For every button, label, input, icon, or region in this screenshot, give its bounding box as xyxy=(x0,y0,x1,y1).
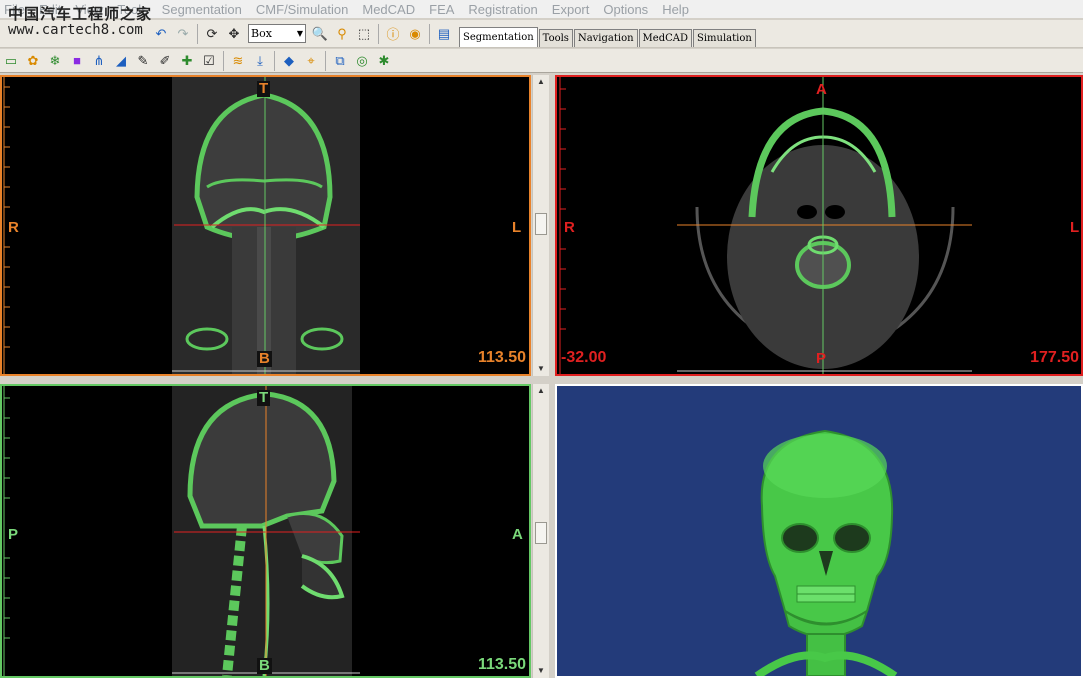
sagittal-view[interactable]: T B P A 113.50 xyxy=(0,384,531,678)
views-splitter[interactable] xyxy=(0,376,1083,384)
toolbar-tabs: Segmentation Tools Navigation MedCAD Sim… xyxy=(459,21,757,47)
zoom-icon[interactable]: 🔍 xyxy=(310,24,330,44)
menu-help[interactable]: Help xyxy=(662,2,689,17)
coronal-label-left: R xyxy=(8,219,19,236)
menu-options[interactable]: Options xyxy=(603,2,648,17)
toolbar-separator xyxy=(325,50,326,71)
toolbar-separator xyxy=(274,50,275,71)
scroll-thumb[interactable] xyxy=(535,522,547,544)
axial-label-top: A xyxy=(816,81,827,98)
axial-slice-position: 177.50 xyxy=(1030,349,1079,366)
toolbar-separator xyxy=(223,50,224,71)
axial-view[interactable]: A P R L -32.00 177.50 xyxy=(555,75,1083,376)
draw-icon[interactable]: ✎ xyxy=(133,51,153,71)
3d-skull-model xyxy=(557,386,1081,676)
region-growing-icon[interactable]: ✿ xyxy=(23,51,43,71)
menu-medcad[interactable]: MedCAD xyxy=(362,2,415,17)
thresholding-icon[interactable]: ▭ xyxy=(1,51,21,71)
toolbar-separator xyxy=(197,23,198,44)
watermark-url: www.cartech8.com xyxy=(8,22,143,38)
coronal-label-right: L xyxy=(512,219,522,236)
coronal-label-top: T xyxy=(257,80,271,97)
sagittal-image xyxy=(2,386,529,676)
boolean-icon[interactable]: ☑ xyxy=(199,51,219,71)
morphology-icon[interactable]: ✚ xyxy=(177,51,197,71)
tag-icon[interactable]: ⌖ xyxy=(301,51,321,71)
selection-mode-select[interactable]: Box ▼ xyxy=(248,24,306,43)
selection-mode-value: Box xyxy=(251,27,272,40)
dynamic-region-icon[interactable]: ❄ xyxy=(45,51,65,71)
fill-icon[interactable]: ◢ xyxy=(111,51,131,71)
tab-medcad[interactable]: MedCAD xyxy=(638,28,692,47)
sagittal-slice-position: 113.50 xyxy=(477,656,526,673)
coronal-slice-position: 113.50 xyxy=(477,349,526,366)
watermark: 中国汽车工程师之家 www.cartech8.com xyxy=(8,6,152,38)
scroll-down-icon[interactable]: ▼ xyxy=(533,664,549,678)
3d-view[interactable] xyxy=(555,384,1083,678)
scroll-thumb[interactable] xyxy=(535,213,547,235)
segmentation-toolbar: ▭ ✿ ❄ ■ ⋔ ◢ ✎ ✐ ✚ ☑ ≋ ⤓ ◆ ⌖ ⧉ ◎ ✱ xyxy=(0,49,1083,73)
undo-icon[interactable]: ↶ xyxy=(151,24,171,44)
bottom-views-scrollbar[interactable]: ▲ ▼ xyxy=(532,384,549,678)
toolbar-separator xyxy=(429,23,430,44)
3d-object-icon[interactable]: ◎ xyxy=(352,51,372,71)
sagittal-label-left: P xyxy=(8,526,19,543)
coronal-label-bottom: B xyxy=(257,350,272,367)
sagittal-label-top: T xyxy=(257,389,271,406)
axial-image xyxy=(557,77,1081,374)
redo-icon[interactable]: ↷ xyxy=(173,24,193,44)
split-mask-icon[interactable]: ⋔ xyxy=(89,51,109,71)
coronal-image xyxy=(2,77,529,374)
edit-mask-icon[interactable]: ✐ xyxy=(155,51,175,71)
pointer-icon[interactable]: ◉ xyxy=(405,24,425,44)
tab-simulation[interactable]: Simulation xyxy=(693,28,756,47)
menu-segmentation[interactable]: Segmentation xyxy=(162,2,242,17)
cube-icon[interactable]: ◆ xyxy=(279,51,299,71)
scroll-down-icon[interactable]: ▼ xyxy=(533,362,549,376)
axial-label-bottom: P xyxy=(816,350,827,367)
tab-tools[interactable]: Tools xyxy=(538,28,573,47)
mask-icon[interactable]: ■ xyxy=(67,51,87,71)
zoom-region-icon[interactable]: ⚲ xyxy=(332,24,352,44)
chevron-down-icon: ▼ xyxy=(296,29,303,38)
pan-icon[interactable]: ✥ xyxy=(224,24,244,44)
crop-icon[interactable]: ⧉ xyxy=(330,51,350,71)
coronal-view[interactable]: T B R L 113.50 xyxy=(0,75,531,376)
calculate-3d-icon[interactable]: ≋ xyxy=(228,51,248,71)
sagittal-label-bottom: B xyxy=(257,657,272,674)
info-icon[interactable]: ⓘ xyxy=(383,24,403,44)
tab-segmentation[interactable]: Segmentation xyxy=(459,26,538,47)
toolbar-separator xyxy=(378,23,379,44)
menu-fea[interactable]: FEA xyxy=(429,2,454,17)
rotate-icon[interactable]: ⟳ xyxy=(202,24,222,44)
axial-label-left: R xyxy=(564,219,575,236)
main-toolbar: ↶ ↷ ⟳ ✥ Box ▼ 🔍 ⚲ ⬚ ⓘ ◉ ▤ Segmentation T… xyxy=(0,20,1083,48)
menu-cmf-simulation[interactable]: CMF/Simulation xyxy=(256,2,348,17)
watermark-title: 中国汽车工程师之家 xyxy=(8,5,153,23)
3d-wrap-icon[interactable]: ✱ xyxy=(374,51,394,71)
menu-registration[interactable]: Registration xyxy=(468,2,537,17)
menu-bar: File Edit View Tools Segmentation CMF/Si… xyxy=(0,0,1083,18)
scroll-up-icon[interactable]: ▲ xyxy=(533,75,549,89)
sagittal-label-right: A xyxy=(512,526,523,543)
zoom-fit-icon[interactable]: ⬚ xyxy=(354,24,374,44)
properties-icon[interactable]: ▤ xyxy=(434,24,454,44)
import-icon[interactable]: ⤓ xyxy=(250,51,270,71)
axial-label-right: L xyxy=(1070,219,1080,236)
tab-navigation[interactable]: Navigation xyxy=(573,28,638,47)
scroll-up-icon[interactable]: ▲ xyxy=(533,384,549,398)
axial-ruler-start: -32.00 xyxy=(561,349,607,366)
mimics-window: File Edit View Tools Segmentation CMF/Si… xyxy=(0,0,1083,678)
top-views-scrollbar[interactable]: ▲ ▼ xyxy=(532,75,549,376)
menu-export[interactable]: Export xyxy=(552,2,590,17)
